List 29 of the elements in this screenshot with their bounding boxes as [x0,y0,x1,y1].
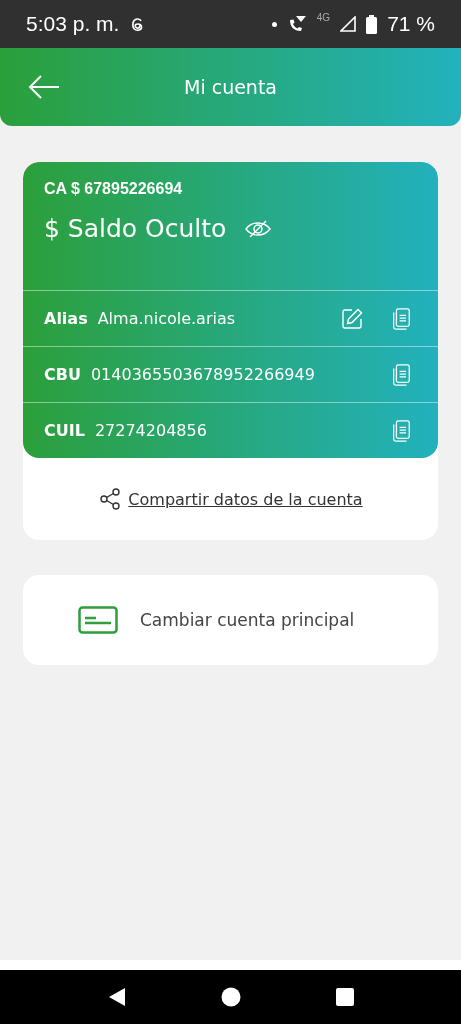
field-label: CUIL [44,421,85,440]
eye-slash-icon[interactable] [244,218,273,239]
signal-icon [340,16,357,32]
copy-icon[interactable] [390,418,412,443]
battery-icon [366,14,378,34]
dot-icon [271,21,277,27]
copy-icon[interactable] [390,362,412,387]
copy-icon[interactable] [390,306,412,331]
action-card[interactable]: Cambiar cuenta principal [23,575,438,665]
home-nav-icon[interactable] [221,987,242,1007]
recents-nav-icon[interactable] [335,988,354,1006]
account-number: CA $ 67895226694 [44,180,184,198]
field-value: Alma.nicole.arias [97,309,236,328]
field-label: Alias [44,309,88,328]
field-value: 27274204856 [94,421,207,440]
field-value: 0140365503678952266949 [90,365,315,384]
back-button[interactable] [28,75,60,99]
balance: $ Saldo Oculto [44,214,227,243]
share-link[interactable]: Compartir datos de la cuenta [128,489,363,509]
field-label: CBU [44,365,81,384]
card-icon [78,606,118,634]
network-type: 4G [316,12,331,23]
edit-icon[interactable] [340,306,364,331]
share-icon[interactable] [98,487,123,511]
back-nav-icon[interactable] [107,987,128,1007]
page-title: Mi cuenta [184,76,277,98]
status-time: 5:03 p. m. [26,12,120,36]
battery-level: 71 % [387,12,435,36]
action-label: Cambiar cuenta principal [140,610,355,630]
